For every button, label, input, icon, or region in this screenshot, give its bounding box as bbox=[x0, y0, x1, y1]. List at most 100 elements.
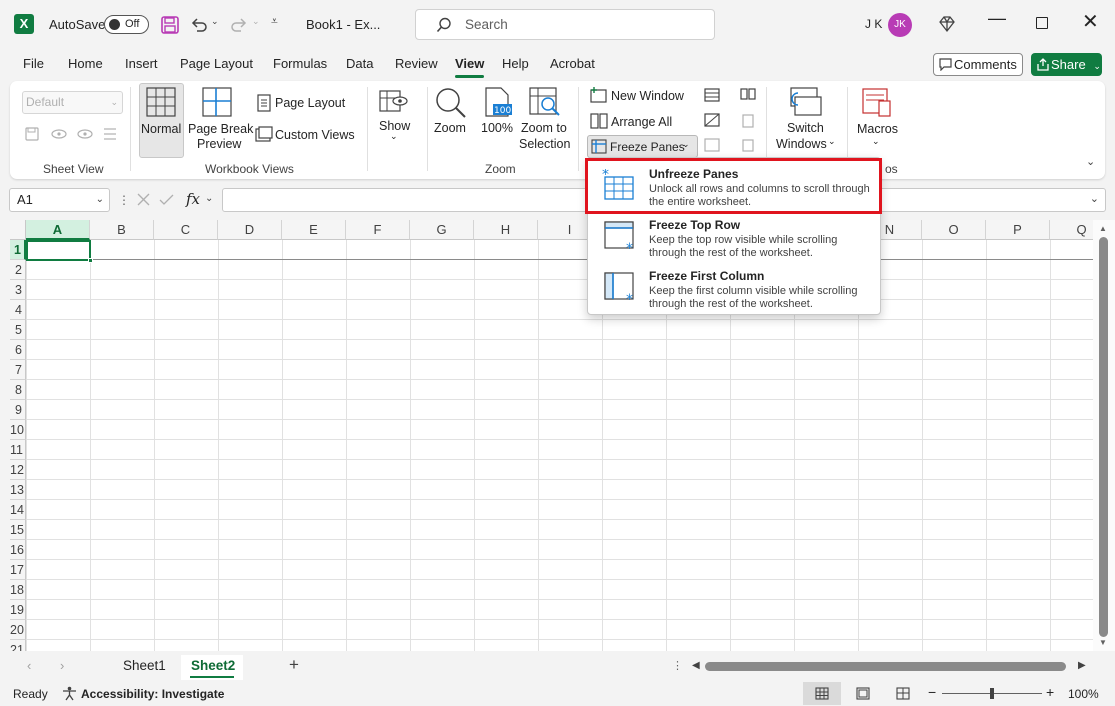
spreadsheet-grid[interactable]: ABCDEFGHIJKLMNOPQ 1234567891011121314151… bbox=[10, 220, 1093, 651]
arrange-all-icon[interactable] bbox=[590, 113, 608, 129]
undo-dropdown-icon[interactable]: ⌄ bbox=[211, 16, 219, 27]
column-header[interactable]: H bbox=[474, 220, 538, 240]
undo-icon[interactable] bbox=[190, 16, 208, 34]
search-box[interactable]: Search bbox=[415, 9, 715, 40]
normal-view-status-icon[interactable] bbox=[815, 687, 829, 700]
column-header[interactable]: G bbox=[410, 220, 474, 240]
tab-data[interactable]: Data bbox=[346, 56, 373, 74]
row-header[interactable]: 6 bbox=[10, 340, 26, 360]
vertical-scroll-thumb[interactable] bbox=[1099, 237, 1108, 637]
share-button[interactable]: Share ⌄ bbox=[1031, 53, 1102, 76]
row-header[interactable]: 3 bbox=[10, 280, 26, 300]
hscroll-right-icon[interactable]: ▶ bbox=[1078, 660, 1086, 671]
diamond-icon[interactable] bbox=[938, 15, 956, 33]
column-header[interactable]: D bbox=[218, 220, 282, 240]
close-icon[interactable]: ✕ bbox=[1082, 12, 1099, 32]
switch-windows-icon[interactable] bbox=[788, 87, 822, 119]
row-header[interactable]: 19 bbox=[10, 600, 26, 620]
zoom-out-icon[interactable]: − bbox=[928, 684, 936, 700]
ribbon-collapse-icon[interactable]: ⌄ bbox=[1086, 155, 1095, 168]
minimize-icon[interactable]: — bbox=[988, 8, 1006, 29]
customize-toolbar-icon[interactable]: ⩡ bbox=[271, 14, 278, 29]
insert-function-button[interactable]: fx bbox=[186, 190, 200, 208]
zoom-100-icon[interactable]: 100 bbox=[483, 87, 513, 117]
view-side-by-side-icons[interactable] bbox=[739, 87, 757, 153]
zoom-in-icon[interactable]: + bbox=[1046, 684, 1054, 700]
row-header[interactable]: 1 bbox=[10, 240, 26, 260]
arrange-all-label[interactable]: Arrange All bbox=[611, 115, 672, 129]
tab-view[interactable]: View bbox=[455, 56, 485, 78]
column-header[interactable]: C bbox=[154, 220, 218, 240]
autosave-toggle[interactable]: Off bbox=[104, 15, 149, 34]
new-window-icon[interactable] bbox=[590, 87, 608, 103]
freeze-panes-button[interactable]: Freeze Panes ⌄ bbox=[587, 135, 698, 158]
row-header[interactable]: 4 bbox=[10, 300, 26, 320]
comments-button[interactable]: Comments bbox=[933, 53, 1023, 76]
hscroll-left-icon[interactable]: ◀ bbox=[692, 660, 700, 671]
sheet-tab-sheet2[interactable]: Sheet2 bbox=[191, 658, 235, 673]
active-cell-selection[interactable] bbox=[26, 240, 91, 261]
tab-page-layout[interactable]: Page Layout bbox=[180, 56, 253, 74]
tab-help[interactable]: Help bbox=[502, 56, 529, 74]
column-header[interactable]: P bbox=[986, 220, 1050, 240]
row-header[interactable]: 9 bbox=[10, 400, 26, 420]
row-header[interactable]: 21 bbox=[10, 640, 26, 651]
row-header[interactable]: 7 bbox=[10, 360, 26, 380]
row-header[interactable]: 16 bbox=[10, 540, 26, 560]
scroll-up-icon[interactable]: ▲ bbox=[1099, 224, 1107, 233]
redo-icon[interactable] bbox=[230, 16, 248, 34]
tab-formulas[interactable]: Formulas bbox=[273, 56, 327, 74]
column-header[interactable]: E bbox=[282, 220, 346, 240]
zoom-level[interactable]: 100% bbox=[1068, 687, 1099, 701]
scroll-down-icon[interactable]: ▼ bbox=[1099, 638, 1107, 647]
menu-item-freeze-first-column[interactable]: * Freeze First Column Keep the first col… bbox=[588, 261, 880, 312]
sheet-tab-sheet1[interactable]: Sheet1 bbox=[123, 658, 166, 673]
select-all-corner[interactable] bbox=[10, 220, 26, 240]
custom-views-label[interactable]: Custom Views bbox=[275, 128, 355, 142]
save-icon[interactable] bbox=[161, 16, 179, 34]
maximize-icon[interactable] bbox=[1036, 17, 1048, 29]
row-header[interactable]: 17 bbox=[10, 560, 26, 580]
column-header[interactable]: Q bbox=[1050, 220, 1093, 240]
scroll-left-icon[interactable]: ‹ bbox=[27, 658, 31, 673]
tab-review[interactable]: Review bbox=[395, 56, 438, 74]
row-header[interactable]: 15 bbox=[10, 520, 26, 540]
tab-home[interactable]: Home bbox=[68, 56, 103, 74]
avatar[interactable]: JK bbox=[888, 13, 912, 37]
row-header[interactable]: 18 bbox=[10, 580, 26, 600]
document-title[interactable]: Book1 - Ex... bbox=[306, 17, 380, 32]
name-box[interactable]: A1 ⌄ bbox=[9, 188, 110, 212]
menu-item-freeze-top-row[interactable]: * Freeze Top Row Keep the top row visibl… bbox=[588, 210, 880, 261]
tab-acrobat[interactable]: Acrobat bbox=[550, 56, 595, 74]
redo-dropdown-icon[interactable]: ⌄ bbox=[252, 16, 260, 27]
new-window-label[interactable]: New Window bbox=[611, 89, 684, 103]
row-header[interactable]: 8 bbox=[10, 380, 26, 400]
page-break-status-icon[interactable] bbox=[896, 687, 910, 700]
macros-icon[interactable] bbox=[861, 87, 893, 119]
vertical-scrollbar[interactable]: ▲ ▼ bbox=[1093, 220, 1115, 651]
row-header[interactable]: 11 bbox=[10, 440, 26, 460]
fill-handle[interactable] bbox=[88, 258, 93, 263]
custom-views-icon[interactable] bbox=[255, 126, 273, 142]
row-header[interactable]: 5 bbox=[10, 320, 26, 340]
row-header[interactable]: 20 bbox=[10, 620, 26, 640]
row-header[interactable]: 12 bbox=[10, 460, 26, 480]
horizontal-scroll-thumb[interactable] bbox=[705, 662, 1066, 671]
show-icon[interactable] bbox=[378, 87, 408, 115]
more-sheets-icon[interactable]: ⋮ bbox=[672, 659, 683, 672]
tab-file[interactable]: File bbox=[23, 56, 44, 74]
page-break-preview-icon[interactable] bbox=[202, 87, 232, 117]
page-layout-status-icon[interactable] bbox=[856, 687, 870, 700]
accessibility-status[interactable]: Accessibility: Investigate bbox=[81, 687, 224, 701]
page-layout-icon[interactable] bbox=[256, 94, 272, 112]
zoom-icon[interactable] bbox=[435, 87, 467, 119]
split-hide-unhide-icons[interactable] bbox=[703, 87, 721, 153]
sheet-view-dropdown[interactable]: Default ⌄ bbox=[22, 91, 123, 114]
row-header[interactable]: 14 bbox=[10, 500, 26, 520]
expand-formula-icon[interactable]: ⌄ bbox=[1090, 192, 1099, 205]
column-header[interactable]: F bbox=[346, 220, 410, 240]
column-header[interactable]: O bbox=[922, 220, 986, 240]
tab-insert[interactable]: Insert bbox=[125, 56, 158, 74]
add-sheet-icon[interactable]: + bbox=[289, 655, 299, 675]
zoom-to-selection-icon[interactable] bbox=[529, 87, 561, 117]
